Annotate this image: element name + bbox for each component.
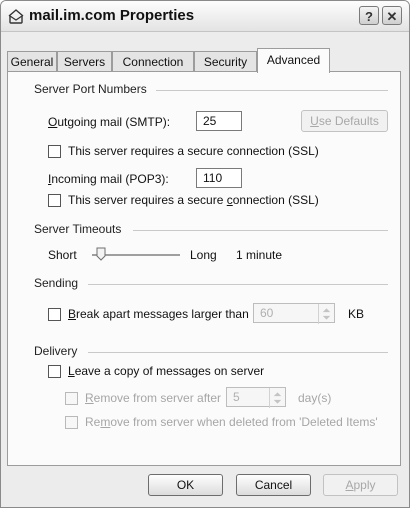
pop3-ssl-label: This server requires a secure connection… bbox=[68, 193, 319, 207]
group-title-delivery: Delivery bbox=[34, 344, 78, 358]
group-divider bbox=[88, 352, 388, 353]
smtp-ssl-label: This server requires a secure connection… bbox=[68, 144, 319, 158]
cancel-button[interactable]: Cancel bbox=[236, 474, 311, 496]
remove-deleted-label: Remove from server when deleted from 'De… bbox=[85, 415, 378, 429]
help-button[interactable]: ? bbox=[359, 6, 379, 25]
group-divider bbox=[156, 90, 388, 91]
tab-servers[interactable]: Servers bbox=[57, 51, 112, 71]
pop3-port-field[interactable]: 110 bbox=[196, 168, 242, 188]
group-title-timeouts: Server Timeouts bbox=[34, 222, 122, 236]
spinner-icon[interactable] bbox=[269, 388, 285, 408]
group-divider bbox=[133, 230, 388, 231]
properties-dialog: mail.im.com Properties ? ✕ General Serve… bbox=[0, 0, 410, 508]
message-size-value: 60 bbox=[260, 306, 274, 320]
remove-days-value: 5 bbox=[233, 390, 240, 404]
remove-days-field[interactable]: 5 bbox=[226, 387, 286, 408]
remove-deleted-checkbox[interactable] bbox=[65, 416, 78, 429]
smtp-port-field[interactable]: 25 bbox=[196, 111, 242, 131]
remove-after-label: Remove from server after bbox=[85, 391, 222, 405]
timeout-short-label: Short bbox=[48, 248, 77, 262]
tab-general[interactable]: General bbox=[7, 51, 57, 71]
mail-account-icon bbox=[8, 9, 24, 24]
timeout-long-label: Long bbox=[190, 248, 217, 262]
message-size-field[interactable]: 60 bbox=[253, 303, 335, 324]
timeout-slider-thumb[interactable] bbox=[96, 247, 106, 261]
use-defaults-button[interactable]: Use Defaults bbox=[301, 110, 388, 132]
window-title: mail.im.com Properties bbox=[29, 7, 195, 24]
group-title-ports: Server Port Numbers bbox=[34, 82, 147, 96]
tab-advanced[interactable]: Advanced bbox=[257, 48, 330, 73]
break-apart-checkbox[interactable] bbox=[48, 308, 61, 321]
pop3-label: Incoming mail (POP3): bbox=[48, 172, 169, 186]
close-button[interactable]: ✕ bbox=[382, 6, 402, 25]
days-unit-label: day(s) bbox=[298, 391, 332, 405]
advanced-panel: Server Port Numbers Outgoing mail (SMTP)… bbox=[7, 71, 401, 466]
break-apart-label: Break apart messages larger than bbox=[68, 307, 249, 321]
title-bar[interactable]: mail.im.com Properties ? ✕ bbox=[1, 1, 409, 32]
smtp-ssl-checkbox[interactable] bbox=[48, 145, 61, 158]
ok-button[interactable]: OK bbox=[148, 474, 223, 496]
timeout-value: 1 minute bbox=[236, 248, 283, 262]
tab-connection[interactable]: Connection bbox=[112, 51, 194, 71]
group-title-sending: Sending bbox=[34, 276, 79, 290]
spinner-icon[interactable] bbox=[318, 304, 334, 324]
remove-after-checkbox[interactable] bbox=[65, 392, 78, 405]
leave-copy-label: Leave a copy of messages on server bbox=[68, 364, 265, 378]
apply-button[interactable]: Apply bbox=[323, 474, 398, 496]
tab-security[interactable]: Security bbox=[194, 51, 257, 71]
leave-copy-checkbox[interactable] bbox=[48, 365, 61, 378]
size-unit-label: KB bbox=[348, 307, 365, 321]
smtp-label: Outgoing mail (SMTP): bbox=[48, 115, 171, 129]
group-divider bbox=[88, 284, 388, 285]
pop3-ssl-checkbox[interactable] bbox=[48, 194, 61, 207]
